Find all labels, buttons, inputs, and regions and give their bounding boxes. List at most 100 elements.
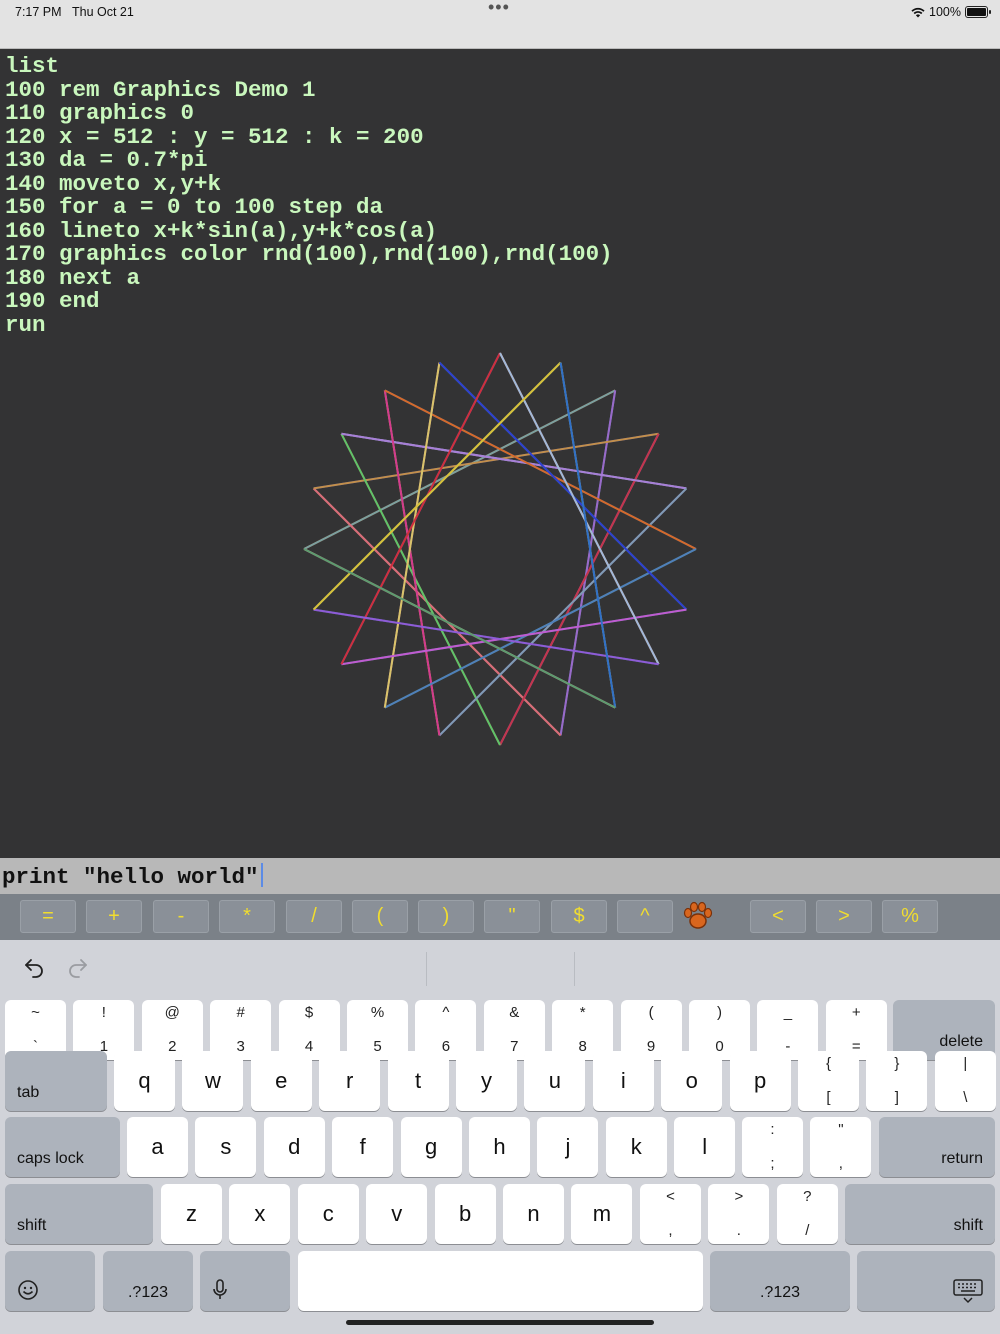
shortcut-bar [0,940,1000,996]
key-shift-label: _ [783,1004,793,1021]
key-punct[interactable]: ? / [776,1184,838,1244]
key-label: , [838,1155,843,1172]
text-caret [260,863,263,887]
caps-lock-key[interactable]: caps lock [5,1117,120,1177]
key-w[interactable]: w [182,1051,244,1111]
numbers-label: .?123 [759,1284,801,1301]
dictation-key[interactable] [200,1251,290,1311]
shift-key-right[interactable]: shift [845,1184,995,1244]
accessory-key[interactable]: " [484,900,540,933]
key-shift-label: < [666,1188,675,1205]
key-punct[interactable]: | \ [934,1051,996,1111]
key-punct[interactable]: ", [810,1117,872,1177]
key-i[interactable]: i [592,1051,654,1111]
key-v[interactable]: v [366,1184,428,1244]
battery-icon [965,6,991,18]
status-right: 100% [911,5,991,19]
key-label: d [288,1134,301,1159]
key-u[interactable]: u [524,1051,586,1111]
shift-label: shift [17,1217,47,1234]
key-q[interactable]: q [114,1051,175,1111]
keyboard-dismiss-key[interactable] [857,1251,995,1311]
accessory-key[interactable]: > [816,900,872,933]
command-input-text[interactable]: print "hello world" [2,863,263,890]
suggestion-divider [426,952,427,986]
key-shift-label: % [370,1004,385,1021]
key-punct[interactable]: }] [866,1051,928,1111]
key-f[interactable]: f [332,1117,394,1177]
key-shift-label: ? [803,1188,812,1205]
accessory-key[interactable]: / [286,900,342,933]
shift-key-left[interactable]: shift [5,1184,153,1244]
key-a[interactable]: a [127,1117,188,1177]
key-label: k [630,1134,642,1159]
key-r[interactable]: r [319,1051,381,1111]
key-shift-label: : [770,1121,775,1138]
accessory-key[interactable]: + [86,900,142,933]
key-l[interactable]: l [674,1117,736,1177]
key-n[interactable]: n [503,1184,564,1244]
key-label: , [668,1222,673,1239]
tab-key[interactable]: tab [5,1051,107,1111]
undo-icon[interactable] [22,955,46,979]
key-punct[interactable]: {[ [798,1051,859,1111]
key-h[interactable]: h [469,1117,530,1177]
accessory-key[interactable]: < [750,900,806,933]
key-p[interactable]: p [729,1051,791,1111]
key-c[interactable]: c [297,1184,359,1244]
key-s[interactable]: s [195,1117,257,1177]
redo-icon[interactable] [66,955,90,979]
key-label: t [415,1068,422,1093]
key-label: o [685,1068,698,1093]
multitasking-dots[interactable]: ••• [488,0,510,18]
key-label: ] [894,1089,899,1106]
key-b[interactable]: b [434,1184,496,1244]
key-punct[interactable]: :; [742,1117,803,1177]
numbers-key-left[interactable]: .?123 [103,1251,193,1311]
key-d[interactable]: d [263,1117,325,1177]
key-label: v [391,1201,403,1226]
key-y[interactable]: y [456,1051,517,1111]
key-g[interactable]: g [400,1117,462,1177]
key-m[interactable]: m [571,1184,633,1244]
accessory-key[interactable]: ^ [617,900,673,933]
key-x[interactable]: x [229,1184,291,1244]
key-shift-label: # [236,1004,245,1021]
app-title-bar [0,24,1000,49]
accessory-key[interactable]: - [153,900,209,933]
key-label: [ [826,1089,831,1106]
numbers-key-right[interactable]: .?123 [710,1251,850,1311]
key-label: b [458,1201,472,1226]
home-indicator[interactable] [346,1320,654,1325]
key-punct[interactable]: >. [708,1184,770,1244]
delete-label: delete [939,1033,983,1050]
accessory-key[interactable]: % [882,900,938,933]
emoji-key[interactable] [5,1251,95,1311]
terminal-output[interactable]: list 100 rem Graphics Demo 1 110 graphics … [0,49,1000,858]
return-key[interactable]: return [879,1117,995,1177]
accessory-key[interactable]: ( [352,900,408,933]
key-label: s [220,1134,232,1159]
accessory-key[interactable]: * [219,900,275,933]
graphics-canvas [303,352,697,746]
caps-lock-label: caps lock [17,1150,84,1167]
key-k[interactable]: k [605,1117,667,1177]
key-label: e [275,1068,288,1093]
accessory-key[interactable]: = [20,900,76,933]
key-j[interactable]: j [537,1117,599,1177]
key-t[interactable]: t [387,1051,449,1111]
command-input-line[interactable]: print "hello world" [0,858,1000,894]
key-z[interactable]: z [161,1184,222,1244]
key-o[interactable]: o [661,1051,723,1111]
key-punct[interactable]: <, [640,1184,701,1244]
key-label: z [186,1201,197,1226]
accessory-key[interactable]: $ [551,900,607,933]
space-bar[interactable] [298,1251,703,1311]
paw-icon[interactable] [680,898,716,934]
key-shift-label: $ [304,1004,314,1021]
key-label: . [736,1222,741,1239]
key-e[interactable]: e [250,1051,312,1111]
key-shift-label: ^ [442,1004,450,1021]
key-shift-label: * [579,1004,586,1021]
accessory-key[interactable]: ) [418,900,474,933]
